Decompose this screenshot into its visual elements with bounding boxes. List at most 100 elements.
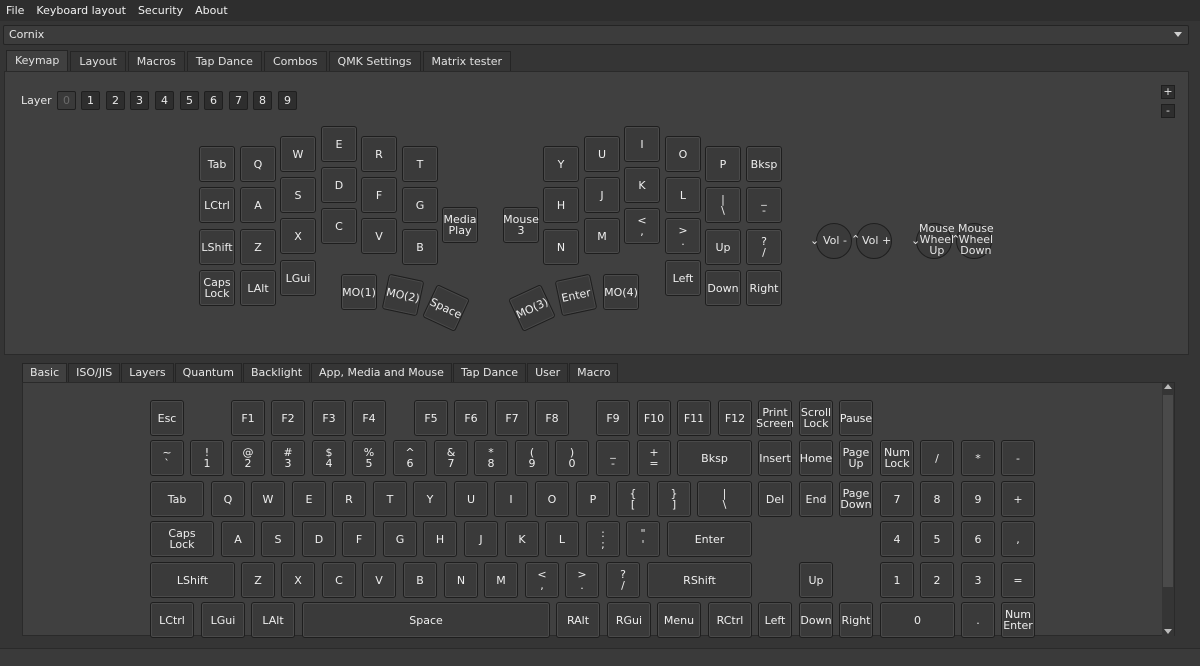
keycode-row1-0[interactable]: ~ ` [150, 440, 184, 476]
tab-macro[interactable]: Macro [569, 363, 619, 382]
keycode-row2-8[interactable]: I [494, 481, 528, 517]
keycode-row4-2[interactable]: X [281, 562, 315, 598]
keycode-row3-15[interactable]: 6 [961, 521, 995, 557]
keycode-row5-7[interactable]: RCtrl [708, 602, 752, 638]
keycode-row0-12[interactable]: F12 [718, 400, 752, 436]
key-y[interactable]: Y [543, 146, 579, 182]
keycode-row3-2[interactable]: S [261, 521, 295, 557]
keycode-row3-1[interactable]: A [221, 521, 255, 557]
keycode-row3-7[interactable]: J [464, 521, 498, 557]
key-z[interactable]: Z [240, 229, 276, 265]
keycode-row4-7[interactable]: M [484, 562, 518, 598]
layer-button-9[interactable]: 9 [278, 91, 297, 110]
key-right[interactable]: Right [746, 270, 782, 306]
keycode-row1-6[interactable]: ^ 6 [393, 440, 427, 476]
tab-app-media-mouse[interactable]: App, Media and Mouse [311, 363, 452, 382]
keycode-row2-5[interactable]: T [373, 481, 407, 517]
keycode-row3-11[interactable]: " ' [626, 521, 660, 557]
keycode-row2-11[interactable]: { [ [616, 481, 650, 517]
keycode-row3-0[interactable]: Caps Lock [150, 521, 214, 557]
keycode-row4-1[interactable]: Z [241, 562, 275, 598]
keycode-row4-3[interactable]: C [322, 562, 356, 598]
keycode-row1-1[interactable]: ! 1 [190, 440, 224, 476]
keycode-row5-3[interactable]: Space [302, 602, 550, 638]
keycode-row1-13[interactable]: Bksp [677, 440, 752, 476]
key-a[interactable]: A [240, 187, 276, 223]
tab-matrix-tester[interactable]: Matrix tester [422, 51, 512, 71]
keycode-row4-6[interactable]: N [444, 562, 478, 598]
keycode-row5-1[interactable]: LGui [201, 602, 245, 638]
key-r[interactable]: R [361, 136, 397, 172]
key-t[interactable]: T [402, 146, 438, 182]
tab-basic[interactable]: Basic [22, 363, 68, 382]
keycode-row1-14[interactable]: Insert [758, 440, 792, 476]
key-w[interactable]: W [280, 136, 316, 172]
key-underscore[interactable]: _ - [746, 187, 782, 223]
keycode-row1-4[interactable]: $ 4 [312, 440, 346, 476]
key-e[interactable]: E [321, 126, 357, 162]
keycode-row5-6[interactable]: Menu [657, 602, 701, 638]
keycode-row5-5[interactable]: RGui [607, 602, 651, 638]
key-q[interactable]: Q [240, 146, 276, 182]
keycode-row2-19[interactable]: 9 [961, 481, 995, 517]
keycode-row1-15[interactable]: Home [799, 440, 833, 476]
tab-keymap[interactable]: Keymap [6, 50, 69, 71]
tab-quantum[interactable]: Quantum [174, 363, 242, 382]
keycode-row2-0[interactable]: Tab [150, 481, 204, 517]
key-u[interactable]: U [584, 136, 620, 172]
layer-button-8[interactable]: 8 [253, 91, 272, 110]
key-pipe[interactable]: | \ [705, 187, 741, 223]
tab-backlight[interactable]: Backlight [242, 363, 311, 382]
keycode-row0-7[interactable]: F7 [495, 400, 529, 436]
menu-keyboard-layout[interactable]: Keyboard layout [30, 0, 132, 21]
layer-button-7[interactable]: 7 [229, 91, 248, 110]
keycode-row0-0[interactable]: Esc [150, 400, 184, 436]
keycode-row5-11[interactable]: 0 [880, 602, 955, 638]
keycode-row1-9[interactable]: ( 9 [515, 440, 549, 476]
menu-security[interactable]: Security [132, 0, 189, 21]
keycode-row3-16[interactable]: , [1001, 521, 1035, 557]
key-c[interactable]: C [321, 208, 357, 244]
key-caps-lock[interactable]: Caps Lock [199, 270, 235, 306]
tab-user[interactable]: User [527, 363, 569, 382]
key-m[interactable]: M [584, 218, 620, 254]
keycode-row2-10[interactable]: P [576, 481, 610, 517]
keycode-row3-9[interactable]: L [545, 521, 579, 557]
keycode-row1-7[interactable]: & 7 [434, 440, 468, 476]
key-g[interactable]: G [402, 187, 438, 223]
key-left[interactable]: Left [665, 260, 701, 296]
key-h[interactable]: H [543, 187, 579, 223]
keycode-row2-2[interactable]: W [251, 481, 285, 517]
keycode-row2-6[interactable]: Y [413, 481, 447, 517]
key-lshift[interactable]: LShift [199, 229, 235, 265]
keycode-row0-14[interactable]: Scroll Lock [799, 400, 833, 436]
key-n[interactable]: N [543, 229, 579, 265]
layer-button-5[interactable]: 5 [180, 91, 199, 110]
scroll-down-icon[interactable] [1164, 629, 1172, 634]
keycode-row1-3[interactable]: # 3 [271, 440, 305, 476]
keycode-row3-10[interactable]: : ; [586, 521, 620, 557]
keycode-row0-6[interactable]: F6 [454, 400, 488, 436]
keycode-row2-14[interactable]: Del [758, 481, 792, 517]
keycode-row4-4[interactable]: V [362, 562, 396, 598]
scroll-thumb[interactable] [1163, 395, 1173, 587]
keycode-row4-13[interactable]: 1 [880, 562, 914, 598]
keycode-row2-17[interactable]: 7 [880, 481, 914, 517]
key-d[interactable]: D [321, 167, 357, 203]
keycode-row1-5[interactable]: % 5 [352, 440, 386, 476]
tab-qmk-settings[interactable]: QMK Settings [328, 51, 421, 71]
keycode-row1-10[interactable]: ) 0 [555, 440, 589, 476]
key-j[interactable]: J [584, 177, 620, 213]
layer-button-4[interactable]: 4 [155, 91, 174, 110]
layer-button-2[interactable]: 2 [106, 91, 125, 110]
keycode-row5-13[interactable]: Num Enter [1001, 602, 1035, 638]
layer-button-0[interactable]: 0 [57, 91, 76, 110]
keycode-row4-16[interactable]: = [1001, 562, 1035, 598]
key-mo1[interactable]: MO(1) [341, 274, 377, 310]
keycode-row1-19[interactable]: * [961, 440, 995, 476]
keycode-row5-9[interactable]: Down [799, 602, 833, 638]
keycode-row0-5[interactable]: F5 [414, 400, 448, 436]
keycode-row0-1[interactable]: F1 [231, 400, 265, 436]
keycode-row0-13[interactable]: Print Screen [756, 400, 794, 436]
keycode-row0-9[interactable]: F9 [596, 400, 630, 436]
